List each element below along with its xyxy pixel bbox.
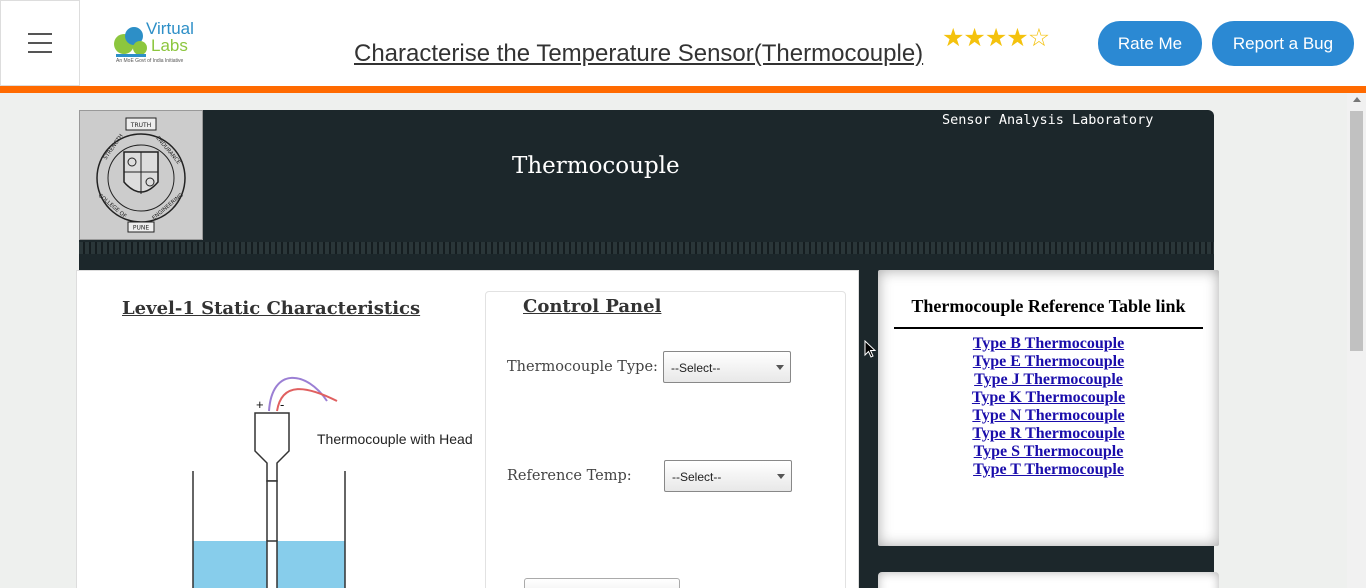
rate-me-button[interactable]: Rate Me [1098, 21, 1202, 66]
star-filled-icon[interactable]: ★ [942, 24, 964, 52]
reference-temp-select[interactable]: --Select-- [664, 460, 792, 492]
header-decorative-strip [79, 242, 1214, 254]
page-title: Characterise the Temperature Sensor(Ther… [354, 40, 924, 67]
thermocouple-diagram: + - [192, 376, 346, 588]
college-seal-icon: TRUTH STRENGTH ENDURANCE COLLEGE OF ENGI… [96, 117, 186, 233]
thermocouple-type-label: Thermocouple Type: [507, 359, 658, 375]
reference-table-panel: Thermocouple Reference Table link Type B… [878, 270, 1219, 546]
star-filled-icon[interactable]: ★ [1006, 24, 1028, 52]
level-title: Level-1 Static Characteristics [122, 298, 421, 319]
thermocouple-type-select[interactable]: --Select-- [663, 351, 791, 383]
diagram-minus-sign: - [280, 397, 284, 412]
scroll-up-arrow-icon[interactable] [1353, 97, 1361, 102]
list-item: Type N Thermocouple [894, 407, 1203, 425]
accent-divider [0, 86, 1366, 93]
list-item: Type E Thermocouple [894, 353, 1203, 371]
experiment-title: Thermocouple [512, 153, 680, 179]
list-item: Type J Thermocouple [894, 371, 1203, 389]
type-t-link[interactable]: Type T Thermocouple [973, 461, 1124, 478]
reference-temp-label: Reference Temp: [507, 468, 632, 484]
type-k-link[interactable]: Type K Thermocouple [972, 389, 1125, 406]
type-s-link[interactable]: Type S Thermocouple [974, 443, 1124, 460]
seal-text-top: TRUTH [130, 122, 151, 129]
type-r-link[interactable]: Type R Thermocouple [972, 425, 1124, 442]
lab-name: Sensor Analysis Laboratory [942, 112, 1154, 128]
control-panel-button[interactable]: Add inputs / compute [524, 578, 680, 588]
reference-temp-value: --Select-- [672, 470, 722, 484]
star-rating[interactable]: ★★★★☆ [942, 24, 1050, 52]
reference-link-list: Type B Thermocouple Type E Thermocouple … [894, 335, 1203, 479]
control-panel-title: Control Panel [523, 296, 662, 317]
page-scrollbar[interactable] [1347, 93, 1366, 588]
hamburger-icon [28, 42, 52, 44]
seal-text-bottom: PUNE [133, 225, 149, 232]
type-n-link[interactable]: Type N Thermocouple [972, 407, 1124, 424]
dropdown-arrow-icon [777, 474, 785, 479]
secondary-panel [878, 572, 1219, 588]
report-bug-button[interactable]: Report a Bug [1212, 21, 1354, 66]
thermocouple-type-value: --Select-- [671, 361, 721, 375]
lab-header: TRUTH STRENGTH ENDURANCE COLLEGE OF ENGI… [79, 110, 1214, 270]
list-item: Type B Thermocouple [894, 335, 1203, 353]
seal-text-bottom-left: COLLEGE OF [97, 193, 127, 220]
simulation-panel: Level-1 Static Characteristics + - Therm… [76, 270, 859, 588]
star-filled-icon[interactable]: ★ [963, 24, 985, 52]
logo-text-virtual: Virtual [146, 19, 194, 38]
mouse-cursor-icon [864, 340, 877, 358]
flask-logo-icon [114, 27, 147, 57]
menu-button[interactable] [0, 0, 80, 86]
list-item: Type R Thermocouple [894, 425, 1203, 443]
reference-table-title: Thermocouple Reference Table link [894, 296, 1203, 329]
college-seal-logo: TRUTH STRENGTH ENDURANCE COLLEGE OF ENGI… [79, 110, 203, 240]
hamburger-icon [28, 33, 52, 35]
type-e-link[interactable]: Type E Thermocouple [973, 353, 1124, 370]
control-panel: Control Panel Thermocouple Type: --Selec… [485, 291, 846, 588]
diagram-label: Thermocouple with Head [317, 431, 473, 447]
logo-text-labs: Labs [151, 36, 188, 55]
star-filled-icon[interactable]: ★ [985, 24, 1007, 52]
logo-tagline: An MoE Govt of India Initiative [116, 58, 184, 64]
type-b-link[interactable]: Type B Thermocouple [973, 335, 1124, 352]
type-j-link[interactable]: Type J Thermocouple [974, 371, 1123, 388]
hamburger-icon [28, 51, 52, 53]
star-empty-icon[interactable]: ☆ [1028, 24, 1050, 52]
list-item: Type K Thermocouple [894, 389, 1203, 407]
diagram-plus-sign: + [256, 397, 264, 412]
virtual-labs-logo[interactable]: Virtual Labs An MoE Govt of India Initia… [108, 14, 204, 70]
scrollbar-thumb[interactable] [1350, 111, 1363, 351]
list-item: Type T Thermocouple [894, 461, 1203, 479]
seal-text-left: STRENGTH [103, 133, 125, 161]
dropdown-arrow-icon [776, 365, 784, 370]
top-navbar: Virtual Labs An MoE Govt of India Initia… [0, 0, 1366, 86]
list-item: Type S Thermocouple [894, 443, 1203, 461]
